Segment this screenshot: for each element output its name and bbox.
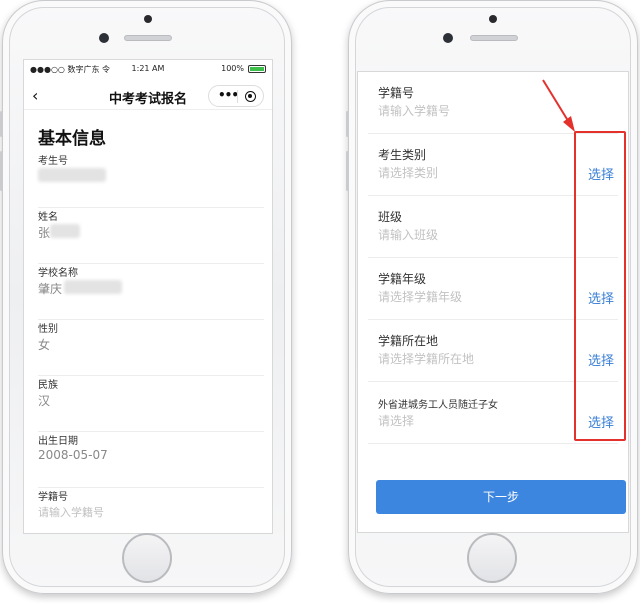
annotation-arrow-icon (542, 79, 575, 132)
